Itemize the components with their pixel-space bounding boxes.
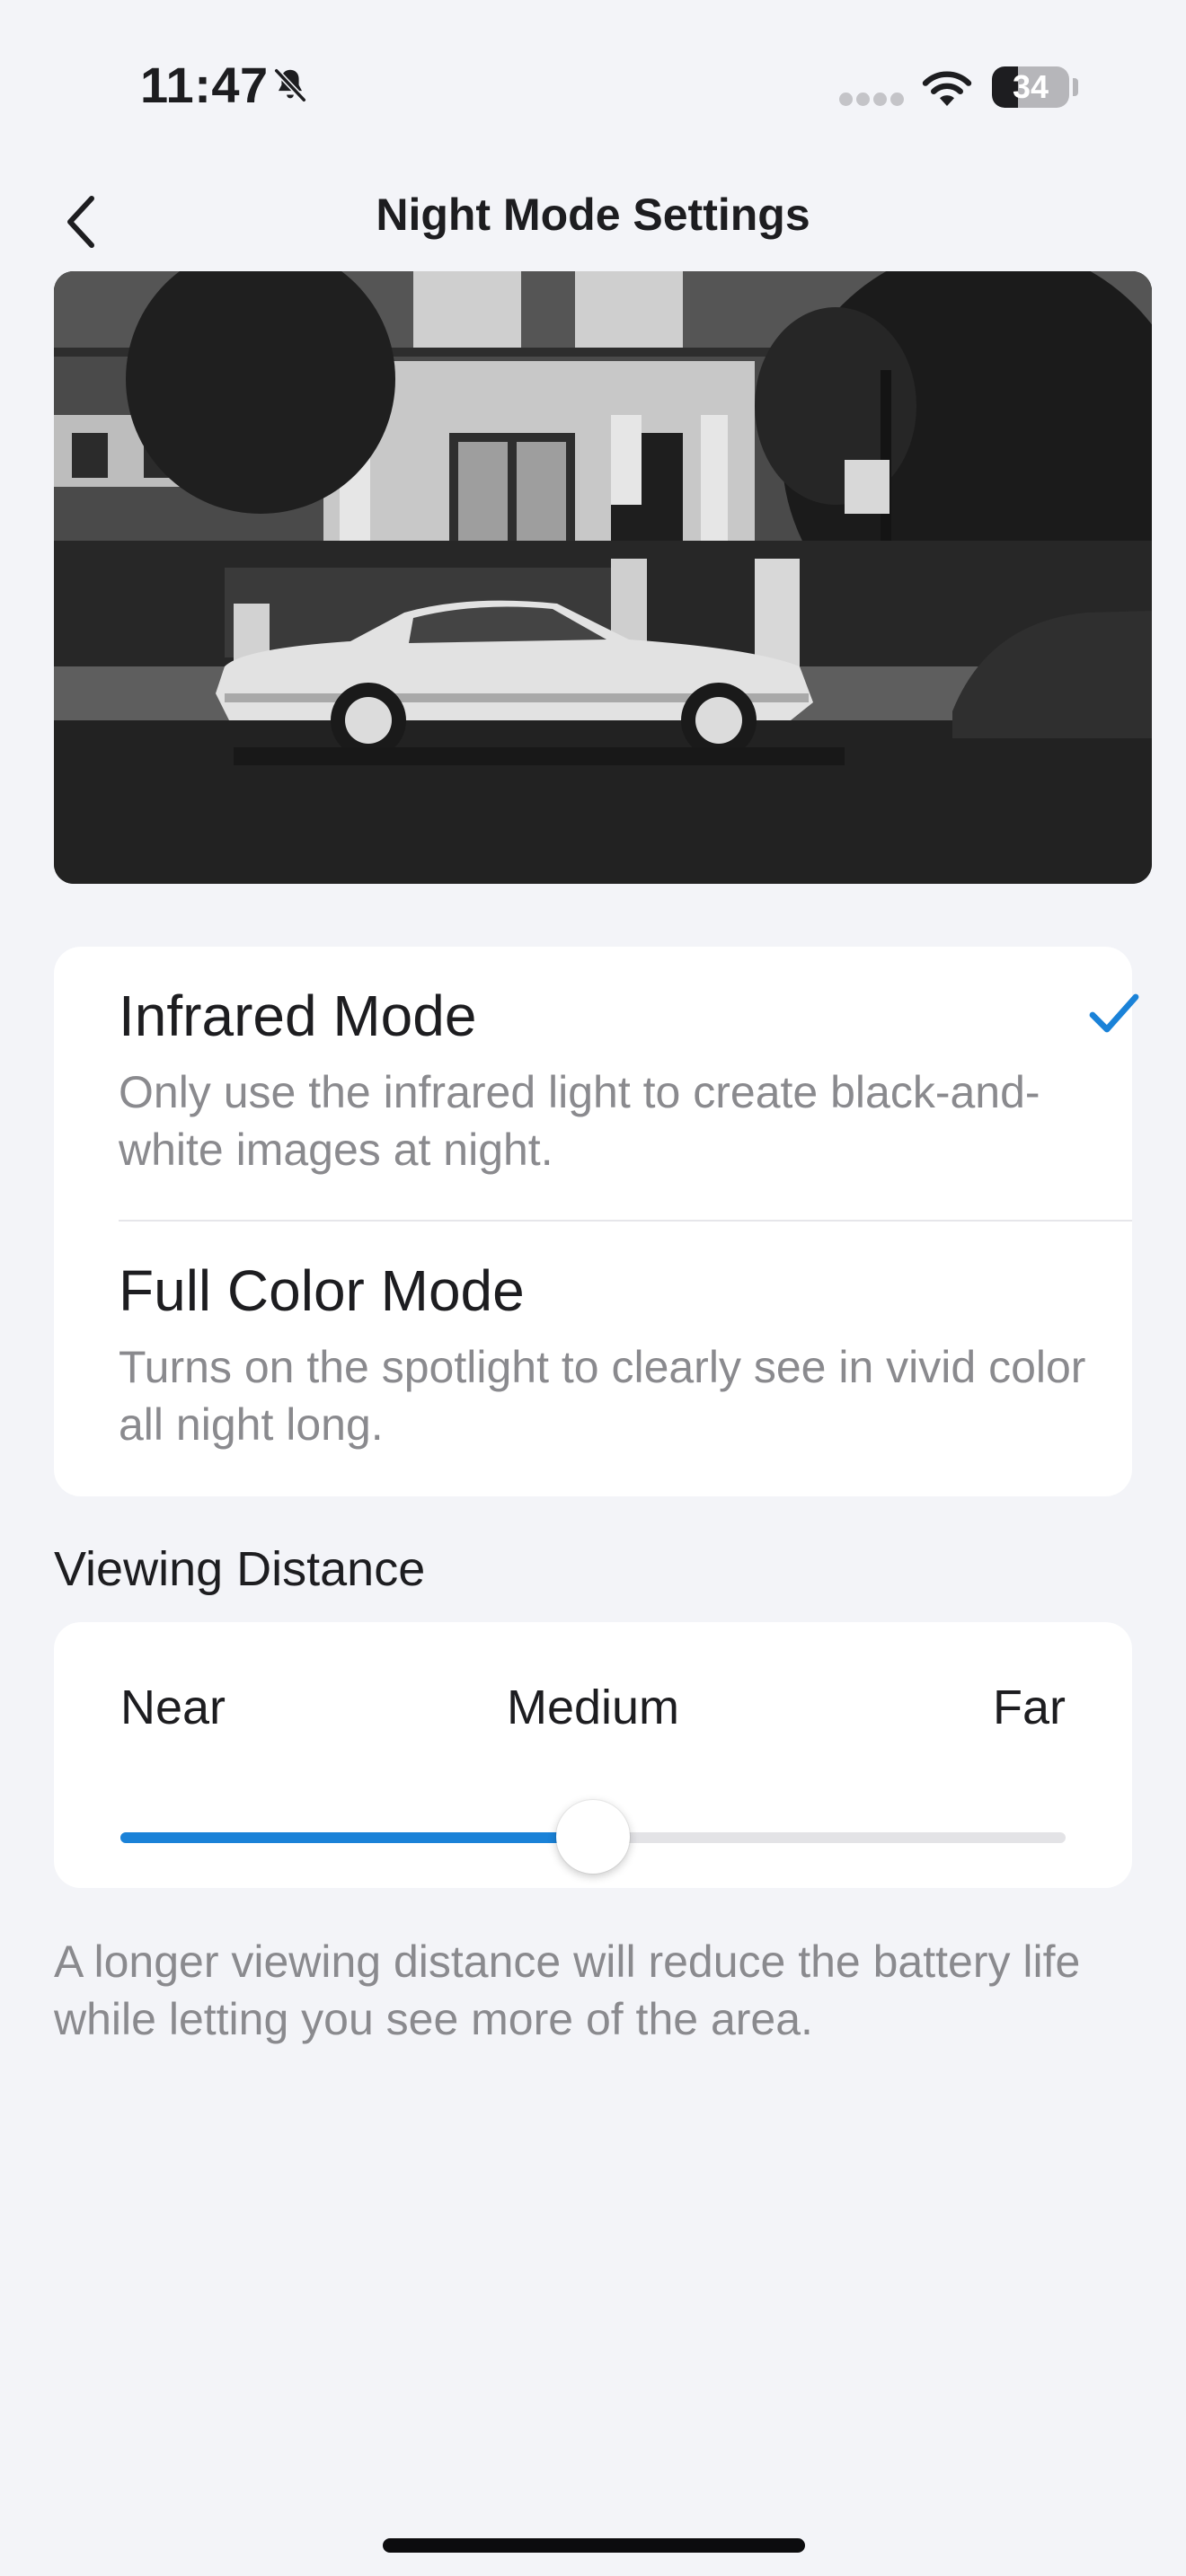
battery-icon: 34 xyxy=(992,66,1069,108)
battery-level: 34 xyxy=(1012,68,1049,105)
mode-description: Only use the infrared light to create bl… xyxy=(119,1067,1040,1175)
viewing-distance-helper-text: A longer viewing distance will reduce th… xyxy=(54,1936,1081,2044)
distance-label-medium: Medium xyxy=(506,1681,680,1734)
mode-title: Full Color Mode xyxy=(119,1258,525,1323)
viewing-distance-card: Near Medium Far xyxy=(54,1622,1132,1888)
cellular-signal-icon xyxy=(839,93,907,110)
status-time: 11:47 xyxy=(140,57,269,113)
mode-title: Infrared Mode xyxy=(119,984,477,1048)
mode-description: Turns on the spotlight to clearly see in… xyxy=(119,1342,1086,1450)
wifi-icon xyxy=(922,71,972,106)
camera-preview-image xyxy=(54,271,1152,884)
home-indicator xyxy=(383,2538,805,2553)
page-title: Night Mode Settings xyxy=(376,190,810,240)
viewing-distance-slider[interactable] xyxy=(120,1800,1066,1877)
mode-option-full-color[interactable]: Full Color Mode Turns on the spotlight t… xyxy=(54,1222,1132,1496)
status-bar: 11:47 34 xyxy=(0,0,1186,171)
bell-slash-icon xyxy=(273,67,307,103)
navigation-bar: Night Mode Settings xyxy=(0,171,1186,271)
viewing-distance-heading: Viewing Distance xyxy=(54,1542,426,1596)
street-scene-image xyxy=(54,271,1152,884)
checkmark-icon xyxy=(1089,993,1139,1033)
mode-option-infrared[interactable]: Infrared Mode Only use the infrared ligh… xyxy=(54,947,1139,1222)
night-mode-options-card: Infrared Mode Only use the infrared ligh… xyxy=(54,947,1139,1496)
slider-track-fill xyxy=(120,1832,593,1843)
slider-thumb[interactable] xyxy=(556,1800,630,1874)
distance-label-far: Far xyxy=(993,1681,1066,1734)
battery-cap xyxy=(1073,78,1078,96)
